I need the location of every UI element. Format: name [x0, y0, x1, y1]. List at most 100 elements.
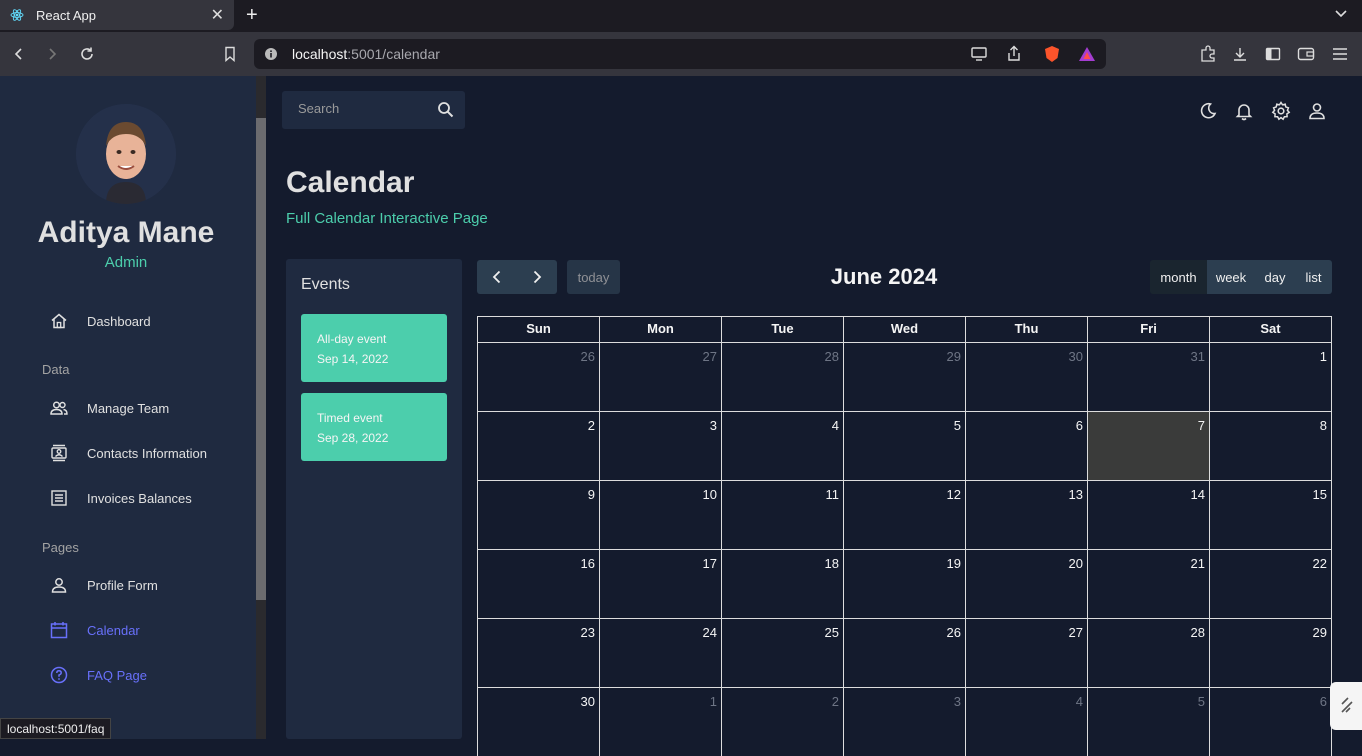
user-role: Admin: [104, 254, 148, 271]
calendar-day-cell[interactable]: 29: [844, 343, 966, 411]
forward-icon[interactable]: [43, 45, 61, 63]
calendar-day-cell[interactable]: 19: [844, 550, 966, 618]
calendar-day-cell[interactable]: 15: [1210, 481, 1331, 549]
view-day-button[interactable]: day: [1255, 260, 1295, 294]
sidebar: Aditya Mane Admin Dashboard Data Manage …: [0, 76, 256, 739]
calendar-day-cell[interactable]: 30: [478, 688, 600, 756]
calendar-day-cell[interactable]: 2: [478, 412, 600, 480]
calendar-day-cell[interactable]: 28: [1088, 619, 1210, 687]
calendar-day-cell[interactable]: 9: [478, 481, 600, 549]
calendar-day-cell[interactable]: 14: [1088, 481, 1210, 549]
calendar-day-cell[interactable]: 3: [844, 688, 966, 756]
calendar-week-row: 16 17 18 19 20 21 22: [477, 549, 1332, 618]
sidebar-item-label: FAQ Page: [87, 667, 147, 683]
view-week-button[interactable]: week: [1207, 260, 1255, 294]
calendar-week-row: 2 3 4 5 6 7 8: [477, 411, 1332, 480]
notifications-icon[interactable]: [1234, 101, 1254, 121]
calendar-day-cell[interactable]: 26: [478, 343, 600, 411]
sidebar-item-profile-form[interactable]: Profile Form: [50, 576, 158, 594]
calendar-day-cell[interactable]: 21: [1088, 550, 1210, 618]
calendar-day-cell[interactable]: 29: [1210, 619, 1331, 687]
bookmark-icon[interactable]: [221, 45, 239, 63]
calendar-day-cell[interactable]: 8: [1210, 412, 1331, 480]
wallet-icon[interactable]: [1297, 45, 1315, 63]
sidebar-item-calendar[interactable]: Calendar: [50, 621, 140, 639]
extensions-icon[interactable]: [1199, 45, 1217, 63]
cast-icon[interactable]: [970, 46, 988, 67]
url-path: :5001/calendar: [347, 46, 440, 62]
calendar-day-cell-today[interactable]: 7: [1088, 412, 1210, 480]
calendar-day-cell[interactable]: 13: [966, 481, 1088, 549]
brave-rewards-icon[interactable]: [1078, 46, 1096, 67]
calendar-title: June 2024: [830, 264, 938, 289]
site-info-icon[interactable]: [264, 47, 278, 66]
calendar-day-cell[interactable]: 18: [722, 550, 844, 618]
sidebar-scrollbar[interactable]: [256, 76, 266, 739]
dark-mode-icon[interactable]: [1198, 101, 1218, 121]
calendar-day-cell[interactable]: 12: [844, 481, 966, 549]
new-tab-icon[interactable]: +: [246, 4, 258, 27]
calendar-nav-group: [477, 260, 557, 294]
downloads-icon[interactable]: [1231, 45, 1249, 63]
calendar-day-cell[interactable]: 11: [722, 481, 844, 549]
prev-month-button[interactable]: [477, 260, 517, 294]
calendar-day-cell[interactable]: 6: [966, 412, 1088, 480]
calendar-day-cell[interactable]: 27: [600, 343, 722, 411]
calendar-day-cell[interactable]: 5: [1088, 688, 1210, 756]
weekday-header: Mon: [600, 317, 722, 342]
calendar-day-cell[interactable]: 17: [600, 550, 722, 618]
calendar-day-cell[interactable]: 1: [600, 688, 722, 756]
profile-icon[interactable]: [1307, 101, 1327, 121]
share-icon[interactable]: [1006, 45, 1022, 68]
view-month-button[interactable]: month: [1150, 260, 1207, 294]
calendar-day-cell[interactable]: 25: [722, 619, 844, 687]
calendar-day-cell[interactable]: 24: [600, 619, 722, 687]
calendar-day-cell[interactable]: 28: [722, 343, 844, 411]
event-title: Timed event: [317, 411, 383, 425]
calendar-day-cell[interactable]: 1: [1210, 343, 1331, 411]
calendar-day-cell[interactable]: 16: [478, 550, 600, 618]
search-input[interactable]: [298, 101, 428, 116]
tab-title: React App: [36, 7, 96, 23]
event-card[interactable]: Timed event Sep 28, 2022: [301, 393, 447, 461]
sidebar-item-contacts-information[interactable]: Contacts Information: [50, 444, 207, 462]
reload-icon[interactable]: [78, 45, 96, 63]
today-button[interactable]: today: [567, 260, 620, 294]
view-list-button[interactable]: list: [1295, 260, 1332, 294]
search-box: [282, 91, 465, 129]
calendar-week-row: 23 24 25 26 27 28 29: [477, 618, 1332, 687]
calendar-day-cell[interactable]: 26: [844, 619, 966, 687]
floating-widget-button[interactable]: [1330, 682, 1362, 730]
sidebar-item-dashboard[interactable]: Dashboard: [50, 312, 151, 330]
calendar-day-cell[interactable]: 30: [966, 343, 1088, 411]
calendar-day-cell[interactable]: 20: [966, 550, 1088, 618]
next-month-button[interactable]: [517, 260, 557, 294]
calendar-day-cell[interactable]: 5: [844, 412, 966, 480]
calendar-day-cell[interactable]: 4: [966, 688, 1088, 756]
browser-tab[interactable]: React App ✕: [0, 0, 234, 30]
calendar-day-cell[interactable]: 27: [966, 619, 1088, 687]
search-icon[interactable]: [437, 101, 454, 123]
settings-icon[interactable]: [1271, 101, 1291, 121]
menu-icon[interactable]: [1331, 45, 1349, 63]
sidebar-item-invoices-balances[interactable]: Invoices Balances: [50, 489, 192, 507]
brave-shield-icon[interactable]: [1043, 45, 1061, 68]
address-bar[interactable]: localhost:5001/calendar: [254, 39, 1106, 69]
sidebar-item-faq[interactable]: FAQ Page: [50, 666, 147, 684]
calendar-day-cell[interactable]: 22: [1210, 550, 1331, 618]
section-label-pages: Pages: [42, 540, 79, 555]
calendar-day-cell[interactable]: 3: [600, 412, 722, 480]
event-card[interactable]: All-day event Sep 14, 2022: [301, 314, 447, 382]
calendar-day-cell[interactable]: 10: [600, 481, 722, 549]
sidebar-item-manage-team[interactable]: Manage Team: [50, 399, 169, 417]
back-icon[interactable]: [10, 45, 28, 63]
calendar-day-cell[interactable]: 2: [722, 688, 844, 756]
tab-list-chevron-icon[interactable]: [1334, 6, 1348, 25]
calendar-day-cell[interactable]: 4: [722, 412, 844, 480]
close-tab-icon[interactable]: ✕: [211, 5, 224, 25]
calendar-day-cell[interactable]: 6: [1210, 688, 1331, 756]
scrollbar-thumb[interactable]: [256, 118, 266, 600]
calendar-day-cell[interactable]: 31: [1088, 343, 1210, 411]
sidebar-toggle-icon[interactable]: [1264, 45, 1282, 63]
calendar-day-cell[interactable]: 23: [478, 619, 600, 687]
